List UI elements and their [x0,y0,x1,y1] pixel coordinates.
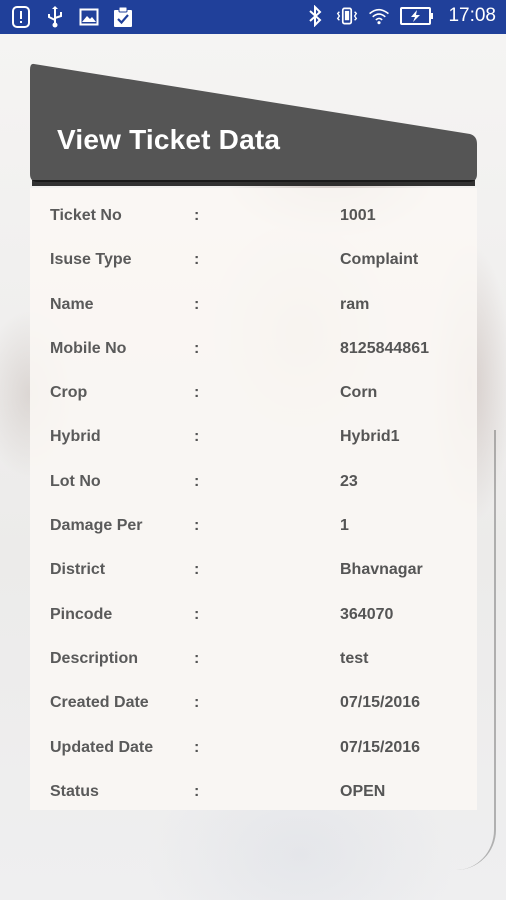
field-separator: : [194,649,200,667]
card-header: View Ticket Data [30,62,477,186]
status-badge: OPEN [340,782,386,800]
ticket-row-description: Description : test [30,637,477,681]
field-value: 23 [340,472,358,490]
field-separator: : [194,251,200,269]
battery-charging-icon [400,5,434,27]
field-separator: : [194,782,200,800]
ticket-row-updated-date: Updated Date : 07/15/2016 [30,726,477,770]
ticket-row-crop: Crop : Corn [30,371,477,415]
field-separator: : [194,738,200,756]
field-value: Hybrid1 [340,428,400,446]
field-value: test [340,649,369,667]
field-separator: : [194,605,200,623]
field-separator: : [194,339,200,357]
field-label: Status [50,782,99,800]
field-value: Complaint [340,251,419,269]
field-label: Description [50,649,139,667]
field-label: Crop [50,384,88,402]
ticket-row-status: Status : OPEN [30,770,477,814]
field-label: Ticket No [50,207,122,224]
clipboard-icon [112,6,134,28]
field-label: Updated Date [50,738,154,756]
field-separator: : [194,207,200,224]
ticket-row-name: Name : ram [30,283,477,327]
vibrate-icon [336,5,358,27]
field-label: Lot No [50,472,101,490]
field-label: Created Date [50,694,149,712]
field-value: 364070 [340,605,394,623]
field-value: 8125844861 [340,339,429,357]
field-separator: : [194,517,200,535]
ticket-row-damage-per: Damage Per : 1 [30,504,477,548]
ticket-details-list: Ticket No : 1001 Isuse Type : Complaint … [30,194,477,814]
field-label: Damage Per [50,517,143,535]
field-separator: : [194,472,200,490]
ticket-row-created-date: Created Date : 07/15/2016 [30,681,477,725]
field-separator: : [194,561,200,579]
field-value: 1 [340,517,349,535]
field-label: Isuse Type [50,251,132,269]
ticket-row-lot-no: Lot No : 23 [30,460,477,504]
field-label: Hybrid [50,428,101,446]
field-value: Bhavnagar [340,561,423,579]
image-icon [78,6,100,28]
field-value: 1001 [340,207,376,224]
ticket-row-hybrid: Hybrid : Hybrid1 [30,415,477,459]
field-separator: : [194,384,200,402]
field-value: 07/15/2016 [340,694,421,712]
field-value: ram [340,295,370,313]
ticket-row-mobile-no: Mobile No : 8125844861 [30,327,477,371]
status-bar-clock: 17:08 [448,5,496,26]
field-label: Pincode [50,605,113,623]
wifi-icon [368,5,390,27]
field-separator: : [194,694,200,712]
ticket-row-ticket-no: Ticket No : 1001 [30,194,477,238]
field-label: Name [50,295,94,313]
ticket-row-issue-type: Isuse Type : Complaint [30,238,477,282]
usb-icon [44,6,66,28]
field-separator: : [194,428,200,446]
page-title: View Ticket Data [57,124,281,155]
field-value: Corn [340,384,378,402]
ticket-row-pincode: Pincode : 364070 [30,593,477,637]
ticket-details-panel: Ticket No : 1001 Isuse Type : Complaint … [30,188,477,810]
alert-icon [10,6,32,28]
bluetooth-icon [304,5,326,27]
ticket-row-district: District : Bhavnagar [30,548,477,592]
status-bar: 17:08 [0,0,506,34]
status-bar-system: 17:08 [304,5,496,27]
status-bar-notifications [10,6,134,28]
field-label: Mobile No [50,339,127,357]
field-value: 07/15/2016 [340,738,421,756]
field-separator: : [194,295,200,313]
field-label: District [50,561,106,579]
